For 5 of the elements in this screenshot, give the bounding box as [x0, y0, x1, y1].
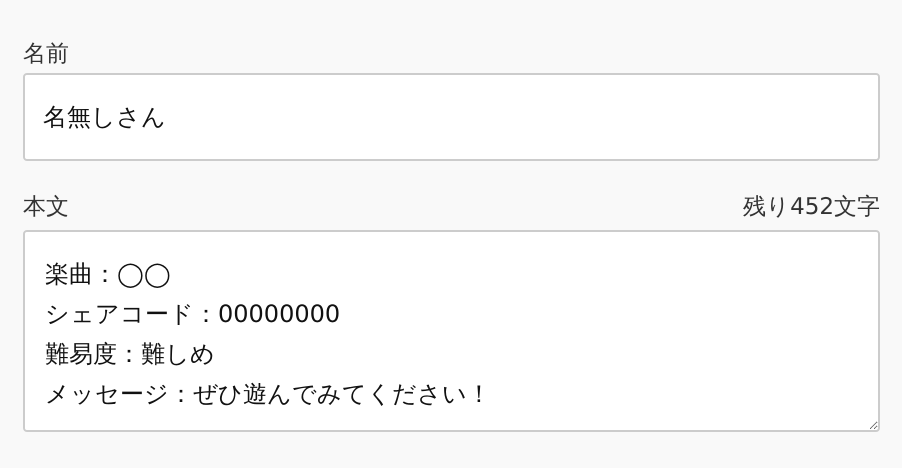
name-label: 名前 — [23, 40, 69, 68]
name-field[interactable]: 名無しさん — [23, 73, 880, 161]
body-label: 本文 — [23, 193, 69, 221]
character-counter: 残り452文字 — [743, 193, 880, 221]
body-field[interactable]: 楽曲：◯◯ シェアコード：00000000 難易度：難しめ メッセージ：ぜひ遊んでみてください！ — [23, 230, 880, 432]
